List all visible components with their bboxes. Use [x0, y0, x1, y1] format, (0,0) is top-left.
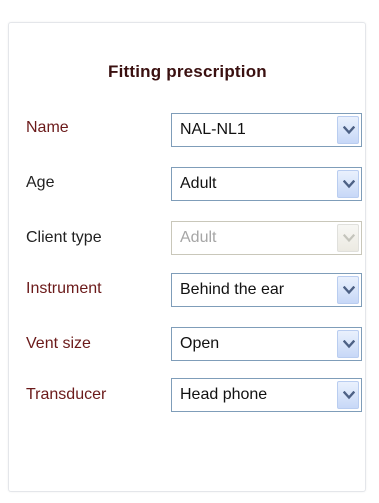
- age-select[interactable]: Adult: [171, 167, 362, 201]
- instrument-label: Instrument: [26, 280, 102, 297]
- transducer-dropdown-button[interactable]: [337, 381, 359, 409]
- instrument-select-value: Behind the ear: [180, 281, 285, 298]
- fitting-prescription-panel: [8, 22, 366, 492]
- name-select[interactable]: NAL-NL1: [171, 113, 362, 147]
- chevron-down-icon: [343, 126, 355, 135]
- chevron-down-icon: [343, 180, 355, 189]
- chevron-down-icon: [343, 340, 355, 349]
- age-select-value: Adult: [180, 175, 217, 192]
- transducer-select-value: Head phone: [180, 386, 268, 403]
- name-dropdown-button[interactable]: [337, 116, 359, 144]
- instrument-dropdown-button[interactable]: [337, 276, 359, 304]
- client-type-dropdown-button: [337, 224, 359, 252]
- transducer-label: Transducer: [26, 386, 107, 403]
- age-label: Age: [26, 174, 55, 191]
- screen: Fitting prescription Name NAL-NL1 Age Ad…: [0, 0, 379, 503]
- chevron-down-icon: [343, 286, 355, 295]
- vent-size-label: Vent size: [26, 335, 91, 352]
- chevron-down-icon: [343, 234, 355, 243]
- chevron-down-icon: [343, 391, 355, 400]
- client-type-label: Client type: [26, 229, 102, 246]
- client-type-select: Adult: [171, 221, 362, 255]
- vent-size-select-value: Open: [180, 335, 220, 352]
- transducer-select[interactable]: Head phone: [171, 378, 362, 412]
- name-select-value: NAL-NL1: [180, 121, 246, 138]
- age-dropdown-button[interactable]: [337, 170, 359, 198]
- client-type-select-value: Adult: [180, 229, 217, 246]
- name-label: Name: [26, 119, 69, 136]
- panel-title: Fitting prescription: [108, 62, 267, 81]
- vent-size-dropdown-button[interactable]: [337, 330, 359, 358]
- vent-size-select[interactable]: Open: [171, 327, 362, 361]
- instrument-select[interactable]: Behind the ear: [171, 273, 362, 307]
